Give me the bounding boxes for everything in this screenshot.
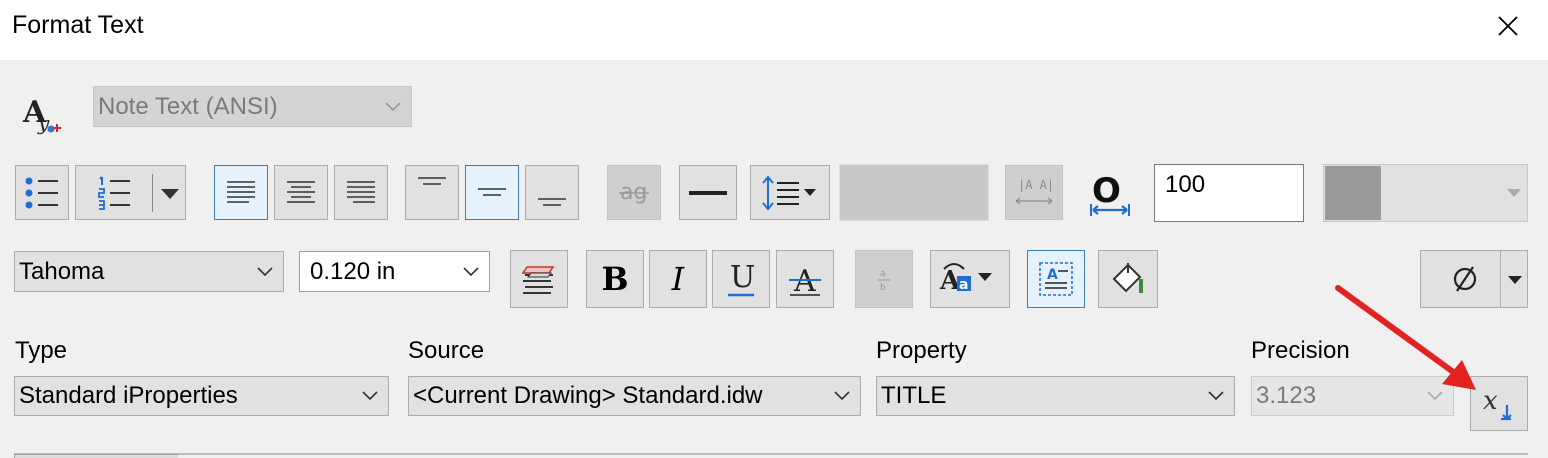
svg-text:|A A|: |A A| [1018, 178, 1054, 192]
horizontal-rule-button[interactable] [679, 165, 737, 220]
property-dropdown[interactable]: TITLE [876, 376, 1235, 416]
underline-icon: U [728, 260, 755, 297]
font-name-dropdown[interactable]: Tahoma [14, 251, 284, 292]
split-divider [152, 174, 153, 212]
valign-middle-button[interactable] [465, 165, 519, 220]
split-divider [1500, 251, 1501, 307]
line-spacing-icon [762, 174, 816, 211]
text-background-button[interactable]: A [1027, 250, 1085, 308]
line-spacing-value-field[interactable] [839, 164, 989, 221]
italic-icon: I [671, 260, 685, 298]
change-case-button[interactable]: A a [930, 250, 1010, 308]
strikethrough-icon: A [789, 264, 821, 297]
source-dropdown[interactable]: <Current Drawing> Standard.idw [408, 376, 861, 416]
text-color-dropdown[interactable] [1323, 164, 1528, 222]
chevron-down-icon [1208, 391, 1224, 401]
text-layers-icon [521, 266, 555, 294]
svg-text:a: a [880, 269, 886, 279]
change-case-icon: A a [939, 263, 992, 296]
numbered-list-icon [98, 175, 130, 210]
bulleted-list-icon [25, 177, 58, 208]
text-style-value: Note Text (ANSI) [98, 92, 278, 120]
width-factor-icon: O [1085, 168, 1135, 222]
chevron-down-icon [463, 266, 479, 276]
align-right-button[interactable] [334, 165, 388, 220]
line-spacing-button[interactable] [750, 165, 830, 220]
color-swatch [1325, 166, 1381, 220]
character-spacing-icon: |A A| [1015, 178, 1054, 204]
font-size-dropdown[interactable]: 0.120 in [299, 251, 490, 292]
width-factor-input[interactable]: 100 [1154, 164, 1304, 222]
bold-icon: B [601, 260, 629, 298]
valign-bottom-button[interactable] [525, 165, 579, 220]
close-button[interactable] [1486, 8, 1530, 44]
valign-bottom-icon [538, 198, 566, 206]
fill-color-button[interactable] [1098, 250, 1158, 308]
numbering-split-button[interactable] [75, 165, 186, 220]
chevron-down-icon [1507, 189, 1521, 197]
svg-text:y: y [37, 111, 50, 135]
chevron-down-icon [257, 266, 273, 276]
chevron-down-icon [385, 101, 401, 111]
svg-text:A: A [1047, 267, 1058, 283]
source-value: <Current Drawing> Standard.idw [413, 382, 763, 409]
svg-text:O: O [1092, 171, 1121, 211]
dialog-title: Format Text [12, 11, 144, 39]
dropdown-arrow-icon[interactable] [160, 188, 180, 200]
annotation-arrow [1335, 285, 1476, 390]
horizontal-rule-icon [689, 190, 727, 195]
svg-text:U: U [730, 260, 755, 295]
stacked-fraction-button[interactable]: a b [855, 250, 913, 308]
bold-button[interactable]: B [586, 250, 644, 308]
svg-text:a: a [959, 277, 968, 293]
valign-top-icon [418, 177, 446, 185]
bullets-button[interactable] [15, 165, 69, 220]
stacked-fraction-icon: a b [878, 269, 890, 293]
bottom-divider [14, 453, 1528, 455]
source-label: Source [408, 337, 485, 364]
property-value: TITLE [881, 382, 947, 409]
align-right-icon [347, 180, 375, 203]
valign-top-button[interactable] [405, 165, 459, 220]
chevron-down-icon [834, 391, 850, 401]
svg-text:b: b [880, 283, 886, 293]
stack-button[interactable]: ag [607, 165, 661, 220]
type-label: Type [15, 337, 68, 364]
align-center-icon [287, 180, 315, 203]
chevron-down-icon [362, 391, 378, 401]
type-value: Standard iProperties [19, 382, 238, 409]
text-layers-button[interactable] [510, 250, 568, 308]
align-center-button[interactable] [274, 165, 328, 220]
align-left-button[interactable] [214, 165, 268, 220]
text-background-icon: A [1039, 262, 1073, 296]
italic-button[interactable]: I [649, 250, 707, 308]
valign-middle-icon [478, 187, 506, 196]
width-factor-value: 100 [1165, 171, 1206, 198]
property-label: Property [876, 337, 967, 364]
close-icon [1498, 16, 1518, 36]
text-style-icon[interactable]: A y [20, 92, 66, 138]
align-left-icon [227, 180, 255, 203]
underline-button[interactable]: U [712, 250, 770, 308]
font-size-value: 0.120 in [310, 257, 396, 285]
text-area-edge [14, 454, 178, 458]
text-style-dropdown[interactable]: Note Text (ANSI) [93, 86, 412, 127]
font-name-value: Tahoma [19, 257, 105, 285]
character-spacing-button[interactable]: |A A| [1005, 165, 1063, 220]
precision-value: 3.123 [1256, 382, 1317, 409]
fill-color-icon [1112, 263, 1143, 293]
strikethrough-button[interactable]: A [776, 250, 834, 308]
stack-text-icon: ag [619, 180, 649, 205]
title-bar: Format Text [0, 0, 1548, 60]
type-dropdown[interactable]: Standard iProperties [14, 376, 389, 416]
dropdown-arrow-icon[interactable] [1507, 275, 1523, 285]
